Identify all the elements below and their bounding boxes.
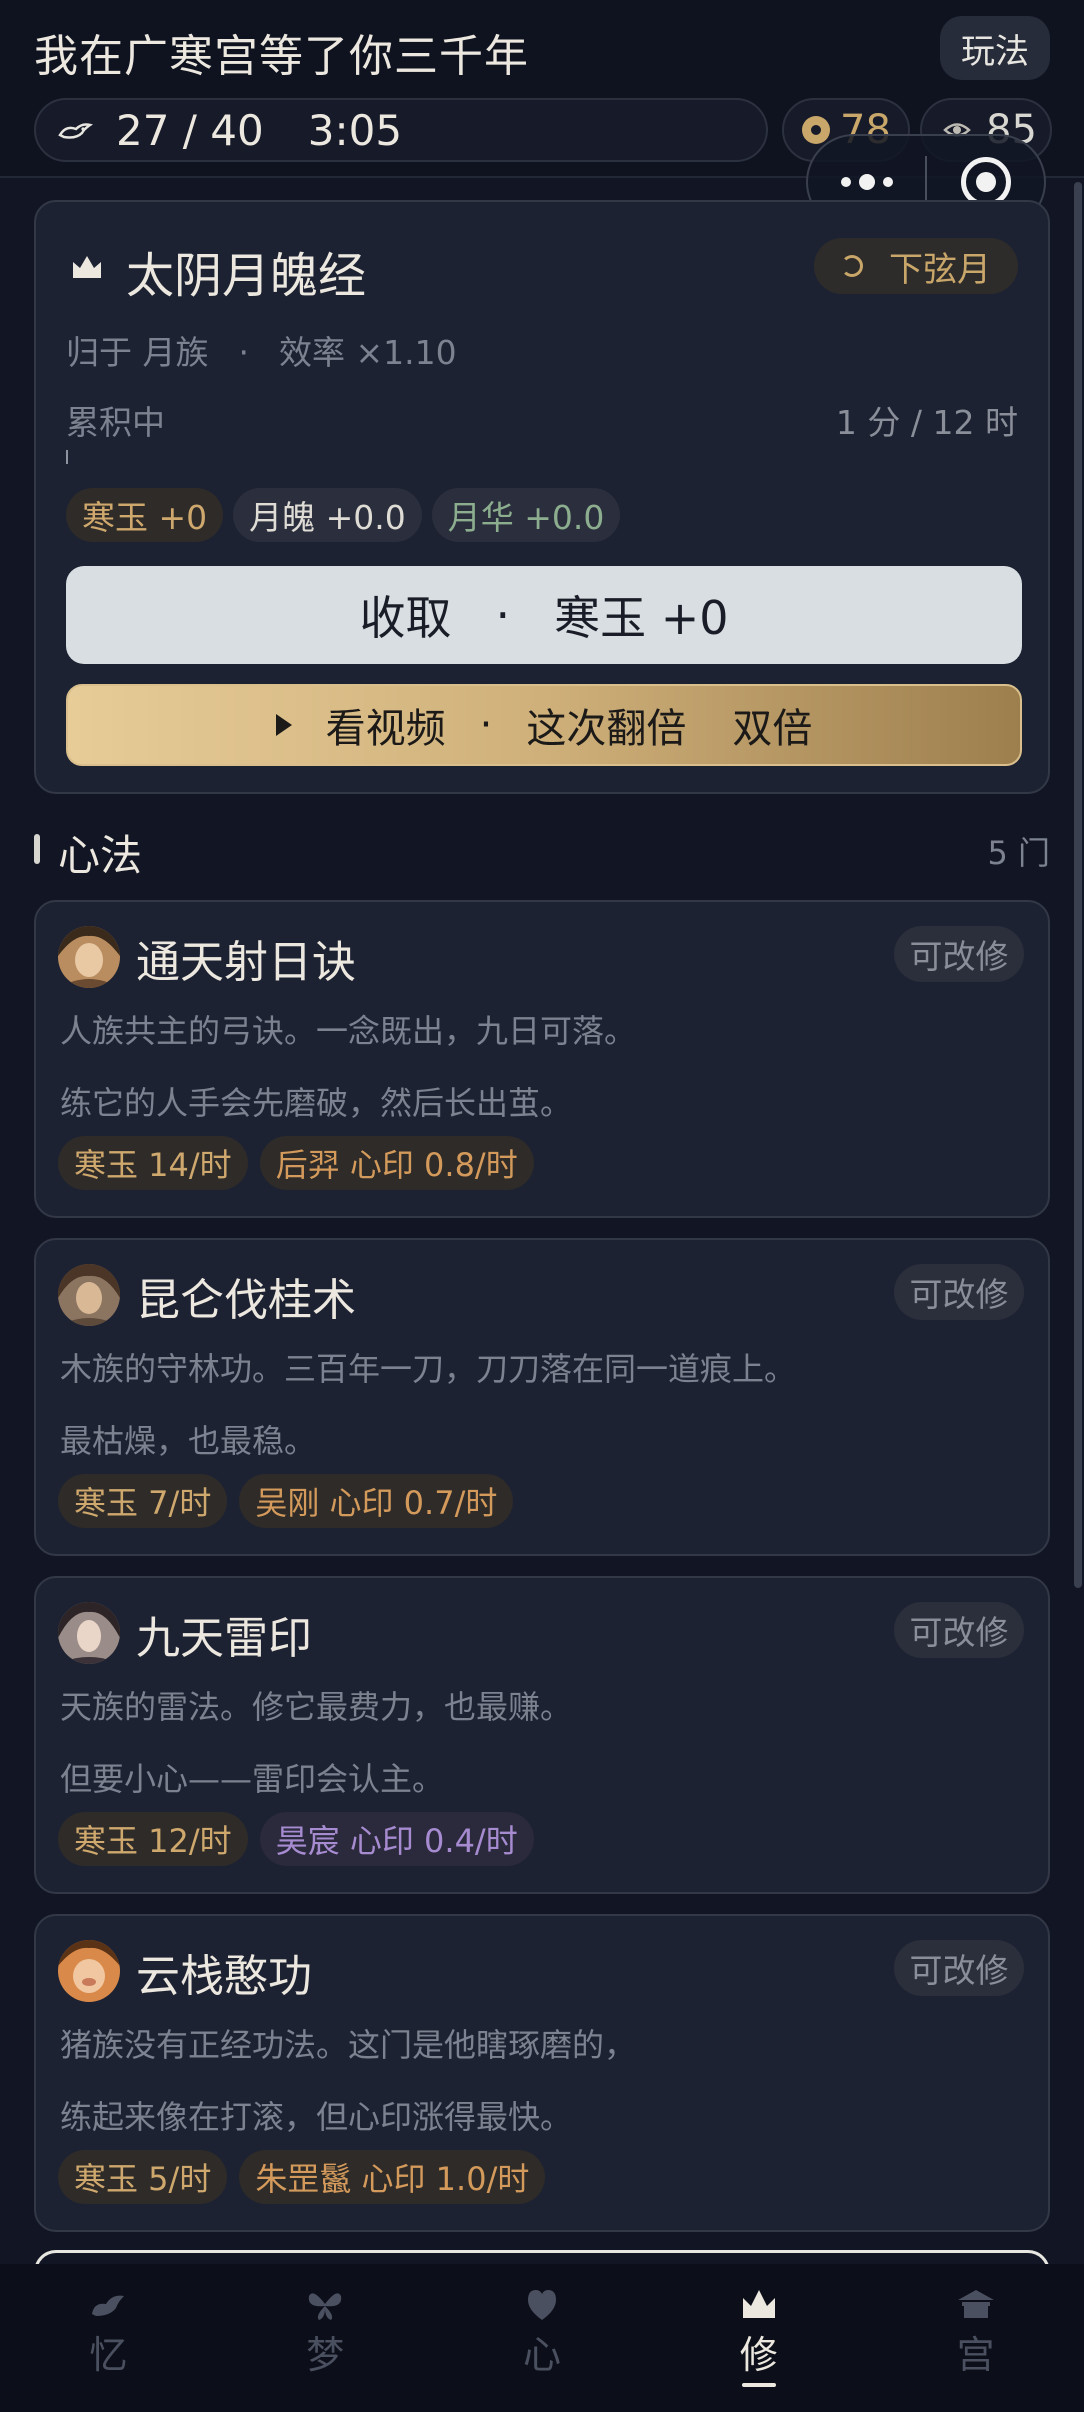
butterfly-icon: [308, 2293, 342, 2320]
progress-pill: 27 / 40 3:05: [34, 98, 768, 162]
section-title: 心法: [58, 831, 143, 880]
nav-label: 心: [522, 2333, 561, 2377]
technique-desc-line1: 天族的雷法。修它最费力，也最赚。: [60, 1688, 573, 1726]
bottom-nav: 忆 梦 心 修 宫: [0, 2264, 1084, 2412]
modify-button[interactable]: 可改修: [894, 1602, 1024, 1658]
collect-button[interactable]: 收取 · 寒玉 +0: [66, 566, 1022, 664]
technique-desc-line1: 人族共主的弓诀。一念既出，九日可落。: [60, 1012, 637, 1050]
technique-desc-line2: 练起来像在打滚，但心印涨得最快。: [60, 2098, 573, 2136]
xinyin-rate-tag: 昊宸 心印 0.4/时: [259, 1812, 534, 1866]
rabbit-icon: [58, 123, 94, 139]
technique-card[interactable]: 九天雷印 可改修 天族的雷法。修它最费力，也最赚。 但要小心——雷印会认主。 寒…: [34, 1576, 1050, 1894]
nav-item-palace[interactable]: 宫: [867, 2264, 1084, 2412]
technique-name: 通天射日诀: [136, 937, 356, 988]
technique-desc-line2: 练它的人手会先磨破，然后长出茧。: [60, 1084, 573, 1122]
rules-button[interactable]: 玩法: [940, 16, 1050, 80]
technique-desc-line1: 木族的守林功。三百年一刀，刀刀落在同一道痕上。: [60, 1350, 797, 1388]
avatar: [58, 1264, 120, 1326]
watch-video-double-button[interactable]: 看视频 · 这次翻倍 双倍: [66, 684, 1022, 766]
section-accent-bar: [34, 834, 40, 864]
nav-item-heart[interactable]: 心: [434, 2264, 651, 2412]
technique-tags: 寒玉 7/时 吴刚 心印 0.7/时: [58, 1474, 514, 1528]
technique-desc-line2: 但要小心——雷印会认主。: [60, 1760, 445, 1798]
avatar: [58, 1602, 120, 1664]
avatar: [58, 926, 120, 988]
technique-name: 云栈憨功: [136, 1951, 312, 2002]
video-end-label: 双倍: [732, 706, 813, 752]
progress-count: 27 / 40: [116, 105, 264, 155]
hanyu-rate-tag: 寒玉 12/时: [58, 1812, 248, 1866]
play-icon: [275, 714, 292, 736]
accumulation-progress-bar: [66, 450, 1016, 464]
technique-title: 太阴月魄经: [126, 248, 367, 304]
nav-label: 宫: [956, 2333, 995, 2377]
xinyin-rate-tag: 后羿 心印 0.8/时: [259, 1136, 534, 1190]
xinyin-rate-tag: 朱罡鬣 心印 1.0/时: [239, 2150, 546, 2204]
moon-icon: [841, 255, 863, 277]
hanyu-rate-tag: 寒玉 7/时: [58, 1474, 228, 1528]
app-title: 我在广寒宫等了你三千年: [34, 31, 529, 82]
technique-name: 九天雷印: [136, 1613, 312, 1664]
more-icon[interactable]: [808, 174, 925, 190]
collect-label: 收取: [359, 591, 452, 645]
moon-phase-badge[interactable]: 下弦月: [814, 238, 1018, 294]
reward-chip-yuepo: 月魄 +0.0: [233, 488, 422, 542]
technique-meta: 归于 月族 · 效率 ×1.10: [66, 333, 457, 372]
coin-icon: [802, 116, 830, 144]
nav-item-cultivate[interactable]: 修: [650, 2264, 867, 2412]
cultivation-page: 我在广寒宫等了你三千年 玩法 27 / 40 3:05 78 85 太阴月魄经 …: [0, 0, 1084, 2412]
reward-chip-hanyu: 寒玉 +0: [66, 488, 224, 542]
video-label: 看视频: [325, 706, 446, 752]
technique-tags: 寒玉 12/时 昊宸 心印 0.4/时: [58, 1812, 534, 1866]
technique-desc-line2: 最枯燥，也最稳。: [60, 1422, 317, 1460]
technique-tags: 寒玉 5/时 朱罡鬣 心印 1.0/时: [58, 2150, 546, 2204]
hanyu-rate-tag: 寒玉 14/时: [58, 1136, 248, 1190]
nav-label: 梦: [306, 2333, 345, 2377]
technique-card[interactable]: 云栈憨功 可改修 猪族没有正经功法。这门是他瞎琢磨的， 练起来像在打滚，但心印涨…: [34, 1914, 1050, 2232]
technique-desc-line1: 猪族没有正经功法。这门是他瞎琢磨的，: [60, 2026, 637, 2064]
hanyu-rate-tag: 寒玉 5/时: [58, 2150, 228, 2204]
moon-phase-label: 下弦月: [889, 249, 991, 290]
accumulating-label: 累积中: [66, 403, 165, 442]
technique-tags: 寒玉 14/时 后羿 心印 0.8/时: [58, 1136, 534, 1190]
crown-icon: [73, 256, 101, 278]
video-mid-label: 这次翻倍: [526, 706, 687, 752]
crown-icon: [742, 2290, 775, 2318]
modify-button[interactable]: 可改修: [894, 1940, 1024, 1996]
technique-card[interactable]: 昆仑伐桂术 可改修 木族的守林功。三百年一刀，刀刀落在同一道痕上。 最枯燥，也最…: [34, 1238, 1050, 1556]
technique-name: 昆仑伐桂术: [136, 1275, 356, 1326]
timer: 3:05: [307, 105, 403, 155]
nav-item-dream[interactable]: 梦: [217, 2264, 434, 2412]
modify-button[interactable]: 可改修: [894, 926, 1024, 982]
xinyin-rate-tag: 吴刚 心印 0.7/时: [239, 1474, 514, 1528]
heart-figure-icon: [527, 2290, 556, 2320]
reward-chips: 寒玉 +0 月魄 +0.0 月华 +0.0: [66, 488, 621, 542]
modify-button[interactable]: 可改修: [894, 1264, 1024, 1320]
section-count: 5 门: [987, 834, 1050, 872]
efficiency-label: 效率 ×1.10: [279, 333, 457, 372]
palace-icon: [957, 2290, 994, 2318]
reward-chip-yuehua: 月华 +0.0: [431, 488, 621, 542]
nav-label: 忆: [89, 2333, 128, 2377]
nav-label: 修: [739, 2333, 778, 2377]
collect-value: 寒玉 +0: [554, 591, 729, 645]
technique-card[interactable]: 通天射日诀 可改修 人族共主的弓诀。一念既出，九日可落。 练它的人手会先磨破，然…: [34, 900, 1050, 1218]
accumulation-progress-fill: [66, 450, 68, 464]
active-indicator: [741, 2383, 776, 2387]
rabbit-icon: [92, 2295, 125, 2316]
accumulating-time: 1 分 / 12 时: [835, 403, 1018, 442]
clan-label: 归于 月族: [66, 333, 209, 372]
main-technique-card: 太阴月魄经 下弦月 归于 月族 · 效率 ×1.10 累积中 1 分 / 12 时 …: [34, 200, 1050, 794]
scrollbar[interactable]: [1074, 182, 1082, 1588]
avatar: [58, 1940, 120, 2002]
nav-item-memory[interactable]: 忆: [0, 2264, 217, 2412]
